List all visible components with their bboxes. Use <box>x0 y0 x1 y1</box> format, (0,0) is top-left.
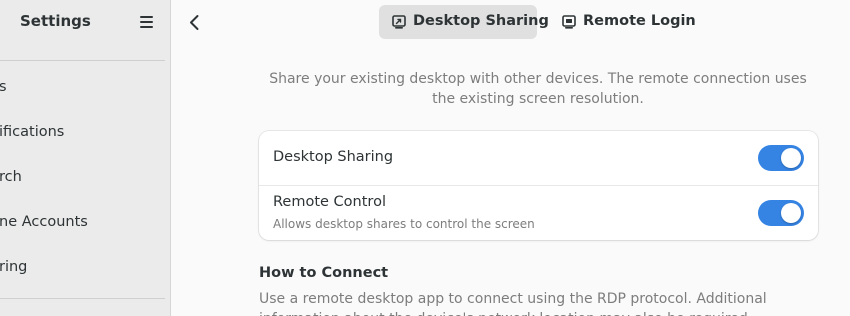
desktop-sharing-icon <box>392 15 406 29</box>
remote-control-row: Remote Control Allows desktop shares to … <box>259 186 818 240</box>
tab-label: Desktop Sharing <box>413 13 549 29</box>
desktop-sharing-row: Desktop Sharing <box>259 131 818 185</box>
sidebar-item-label: ifications <box>0 124 65 140</box>
sidebar-item[interactable]: s <box>0 66 170 111</box>
sidebar-header: Settings <box>0 0 170 44</box>
remote-control-toggle[interactable] <box>758 200 804 226</box>
sidebar-item-online-accounts[interactable]: ne Accounts <box>0 201 170 246</box>
sidebar-item-label: ring <box>0 259 28 275</box>
sidebar-item-label: ne Accounts <box>0 214 88 230</box>
toggle-knob <box>781 148 801 168</box>
remote-login-icon <box>562 15 576 29</box>
tab-remote-login[interactable]: Remote Login <box>549 5 696 39</box>
sidebar-item-label: s <box>0 79 7 95</box>
toggle-knob <box>781 203 801 223</box>
sidebar-item-search[interactable]: rch <box>0 156 170 201</box>
sidebar-item-label: rch <box>0 169 22 185</box>
settings-card: Desktop Sharing Remote Control Allows de… <box>259 131 818 240</box>
sidebar-item-sharing[interactable]: ring <box>0 246 170 291</box>
sidebar-title: Settings <box>20 12 91 30</box>
desktop-sharing-toggle[interactable] <box>758 145 804 171</box>
row-subtitle: Allows desktop shares to control the scr… <box>273 217 535 231</box>
sidebar-separator <box>0 60 165 61</box>
hamburger-menu-icon[interactable] <box>138 13 158 31</box>
row-title: Remote Control <box>273 194 386 210</box>
sidebar-item-notifications[interactable]: ifications <box>0 111 170 156</box>
tab-label: Remote Login <box>583 13 696 29</box>
tab-desktop-sharing[interactable]: Desktop Sharing <box>379 5 549 39</box>
back-button[interactable] <box>182 10 208 36</box>
how-to-connect-body: Use a remote desktop app to connect usin… <box>259 291 767 316</box>
sidebar: Settings s ifications rch ne Accounts ri… <box>0 0 171 316</box>
how-to-connect-heading: How to Connect <box>259 265 389 281</box>
sidebar-separator <box>0 298 165 299</box>
row-title: Desktop Sharing <box>273 149 394 165</box>
page-description: Share your existing desktop with other d… <box>269 71 807 107</box>
back-arrow-icon <box>190 15 199 30</box>
